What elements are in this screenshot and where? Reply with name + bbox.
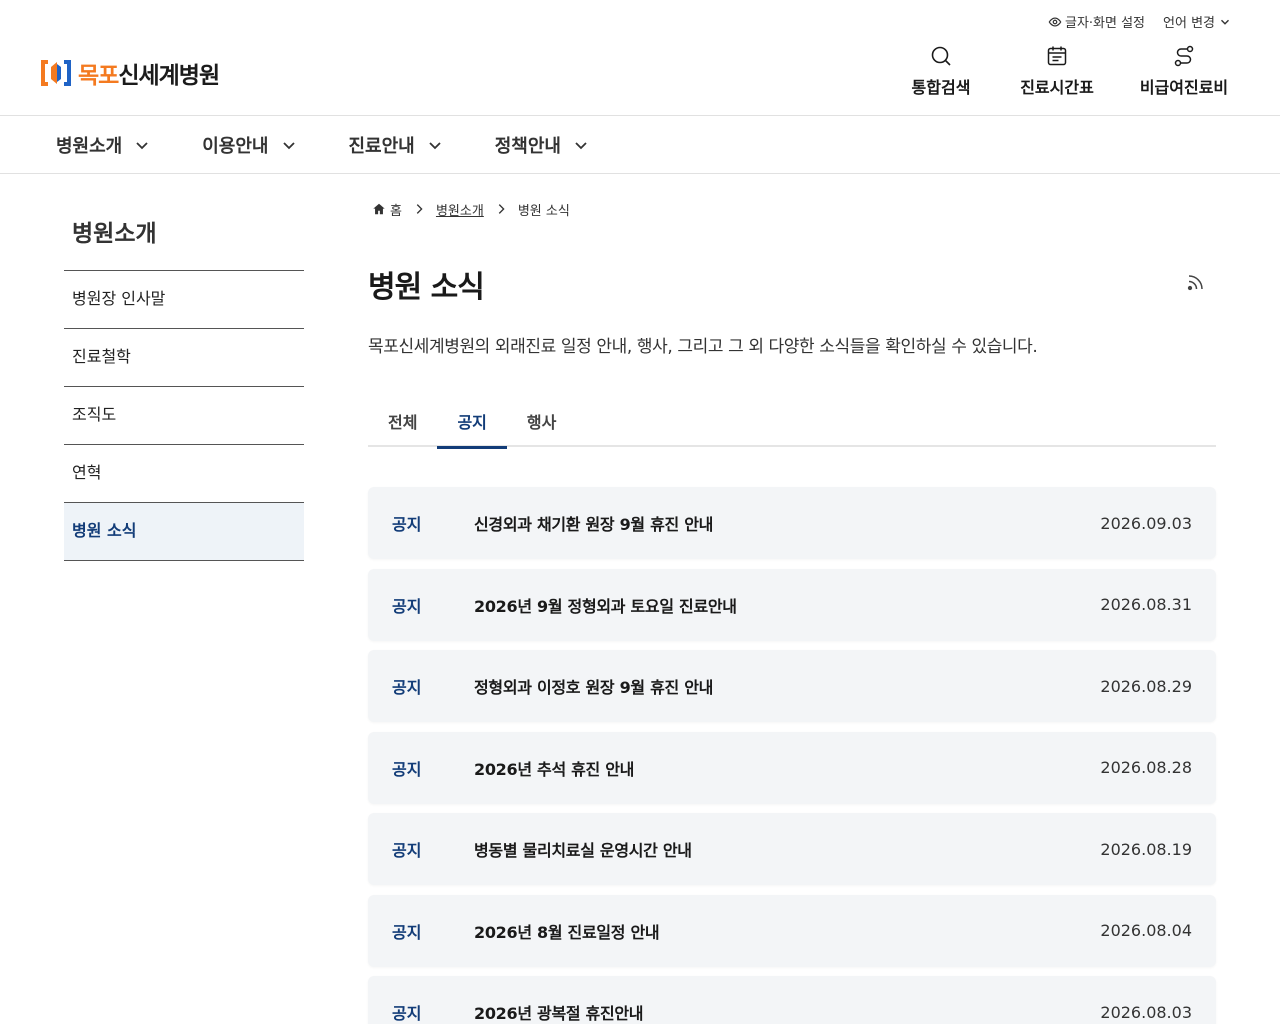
page-title: 병원 소식 bbox=[368, 270, 485, 305]
post-category: 공지 bbox=[392, 841, 422, 860]
list-item[interactable]: 공지 신경외과 채기환 원장 9월 휴진 안내 2026.09.03 bbox=[368, 487, 1216, 559]
gnb-label: 병원소개 bbox=[56, 135, 123, 157]
side-nav-item-news[interactable]: 병원 소식 bbox=[64, 503, 304, 561]
gnb-item-guide[interactable]: 이용안내 bbox=[202, 116, 296, 173]
side-nav-item-philosophy[interactable]: 진료철학 bbox=[64, 329, 304, 387]
post-subject: 2026년 8월 진료일정 안내 bbox=[474, 922, 660, 942]
post-date: 2026.08.31 bbox=[1100, 595, 1192, 614]
post-category: 공지 bbox=[392, 922, 422, 942]
side-navigation: 병원소개 병원장 인사말 진료철학 조직도 연혁 병원 소식 bbox=[64, 196, 304, 561]
post-date: 2026.09.03 bbox=[1100, 513, 1192, 533]
side-nav-item-organization[interactable]: 조직도 bbox=[64, 387, 304, 445]
post-category: 공지 bbox=[392, 759, 422, 779]
category-tabs: 전체 공지 행사 bbox=[368, 401, 1216, 449]
home-icon bbox=[373, 203, 385, 215]
post-category: 공지 bbox=[392, 1004, 422, 1023]
integrated-search-label: 통합검색 bbox=[911, 78, 971, 97]
list-item[interactable]: 공지 2026년 추석 휴진 안내 2026.08.28 bbox=[368, 731, 1216, 804]
title-row: 병원 소식 bbox=[368, 262, 1216, 306]
logo-text-part2: 신세계병원 bbox=[118, 63, 220, 89]
route-icon bbox=[1174, 45, 1194, 67]
post-date: 2026.08.04 bbox=[1100, 921, 1192, 940]
gnb-label: 정책안내 bbox=[494, 135, 561, 157]
schedule-button[interactable]: 진료시간표 bbox=[1012, 44, 1102, 98]
schedule-label: 진료시간표 bbox=[1020, 78, 1094, 97]
gnb-label: 진료안내 bbox=[348, 135, 415, 157]
post-category: 공지 bbox=[392, 596, 422, 616]
breadcrumb-level1[interactable]: 병원소개 bbox=[436, 200, 484, 219]
tab-all[interactable]: 전체 bbox=[368, 401, 437, 447]
post-subject: 2026년 추석 휴진 안내 bbox=[474, 759, 635, 779]
chevron-down-icon bbox=[575, 141, 587, 149]
tab-notice[interactable]: 공지 bbox=[437, 401, 508, 449]
site-header: 목포신세계병원 통합검색 진료시간표 비급여진료비 bbox=[0, 0, 1280, 116]
main-content: 홈 병원소개 병원 소식 병원 소식 목포신세계병원의 외래진료 일정 안내, … bbox=[368, 196, 1216, 1024]
breadcrumb: 홈 병원소개 병원 소식 bbox=[372, 196, 1216, 222]
list-item[interactable]: 공지 2026년 8월 진료일정 안내 2026.08.04 bbox=[368, 894, 1216, 967]
post-subject: 2026년 9월 정형외과 토요일 진료안내 bbox=[474, 596, 737, 616]
chevron-down-icon bbox=[136, 141, 148, 149]
gnb-label: 이용안내 bbox=[202, 135, 269, 157]
side-nav-item-history[interactable]: 연혁 bbox=[64, 445, 304, 503]
post-list: 공지 신경외과 채기환 원장 9월 휴진 안내 2026.09.03 공지 20… bbox=[368, 487, 1216, 1024]
breadcrumb-current: 병원 소식 bbox=[517, 203, 570, 219]
non-covered-fee-button[interactable]: 비급여진료비 bbox=[1128, 44, 1240, 98]
post-category: 공지 bbox=[392, 678, 422, 697]
breadcrumb-home[interactable]: 홈 bbox=[372, 200, 402, 219]
list-item[interactable]: 공지 병동별 물리치료실 운영시간 안내 2026.08.19 bbox=[368, 813, 1216, 885]
gnb-item-treatment[interactable]: 진료안내 bbox=[349, 116, 443, 173]
side-nav-item-greeting[interactable]: 병원장 인사말 bbox=[64, 271, 304, 329]
page-description: 목포신세계병원의 외래진료 일정 안내, 행사, 그리고 그 외 다양한 소식들… bbox=[368, 337, 1038, 357]
post-category: 공지 bbox=[392, 515, 422, 534]
calendar-icon bbox=[1047, 46, 1067, 66]
chevron-right-icon bbox=[416, 204, 423, 214]
chevron-down-icon bbox=[429, 141, 441, 149]
post-subject: 정형외과 이정호 원장 9월 휴진 안내 bbox=[474, 678, 714, 697]
side-nav-title: 병원소개 bbox=[64, 196, 304, 271]
post-date: 2026.08.19 bbox=[1100, 839, 1192, 859]
search-icon bbox=[931, 46, 951, 66]
quick-menu: 통합검색 진료시간표 비급여진료비 bbox=[896, 44, 1240, 98]
site-logo[interactable]: 목포신세계병원 bbox=[40, 56, 220, 90]
gnb-item-policy[interactable]: 정책안내 bbox=[495, 116, 589, 173]
logo-text-part1: 목포 bbox=[78, 63, 119, 89]
tab-event[interactable]: 행사 bbox=[507, 401, 576, 447]
post-date: 2026.08.29 bbox=[1100, 676, 1192, 696]
gnb-item-about[interactable]: 병원소개 bbox=[56, 116, 150, 173]
post-subject: 2026년 광복절 휴진안내 bbox=[474, 1004, 644, 1023]
list-item[interactable]: 공지 정형외과 이정호 원장 9월 휴진 안내 2026.08.29 bbox=[368, 650, 1216, 722]
post-date: 2026.08.03 bbox=[1100, 1002, 1192, 1022]
chevron-right-icon bbox=[498, 204, 505, 214]
post-subject: 신경외과 채기환 원장 9월 휴진 안내 bbox=[474, 515, 714, 534]
list-item[interactable]: 공지 2026년 9월 정형외과 토요일 진료안내 2026.08.31 bbox=[368, 568, 1216, 641]
chevron-down-icon bbox=[282, 141, 295, 149]
breadcrumb-home-label: 홈 bbox=[390, 203, 402, 219]
rss-icon[interactable] bbox=[1186, 272, 1206, 292]
post-subject: 병동별 물리치료실 운영시간 안내 bbox=[474, 841, 692, 860]
main-navigation: 병원소개 이용안내 진료안내 정책안내 bbox=[0, 116, 1280, 174]
post-date: 2026.08.28 bbox=[1100, 758, 1192, 777]
list-item[interactable]: 공지 2026년 광복절 휴진안내 2026.08.03 bbox=[368, 976, 1216, 1024]
logo-mark-icon bbox=[41, 60, 71, 86]
non-covered-fee-label: 비급여진료비 bbox=[1139, 78, 1229, 97]
integrated-search-button[interactable]: 통합검색 bbox=[896, 44, 986, 98]
logo-text: 목포신세계병원 bbox=[78, 56, 220, 90]
